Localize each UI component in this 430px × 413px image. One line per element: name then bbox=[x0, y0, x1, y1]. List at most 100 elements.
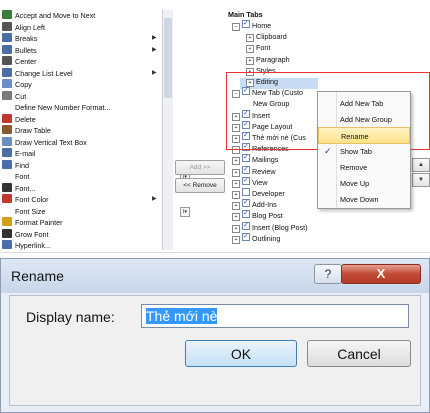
menu-item-label: Add New Tab bbox=[340, 99, 384, 108]
expand-icon[interactable]: + bbox=[232, 191, 240, 199]
menu-item-label: Show Tab bbox=[340, 147, 372, 156]
command-item[interactable]: Define New Number Format... bbox=[2, 102, 110, 114]
tab-label: Font bbox=[256, 43, 271, 53]
tab-item[interactable]: + Paragraph bbox=[246, 54, 290, 65]
tab-checkbox[interactable] bbox=[242, 208, 250, 219]
email-icon bbox=[2, 148, 12, 157]
tab-checkbox[interactable] bbox=[242, 175, 250, 186]
menu-item-label: Remove bbox=[340, 163, 368, 172]
expand-icon[interactable]: + bbox=[232, 213, 240, 222]
command-item[interactable]: E-mail bbox=[2, 148, 35, 160]
menu-item[interactable]: Move Down bbox=[318, 191, 410, 208]
close-button[interactable]: X bbox=[341, 264, 421, 284]
submenu-arrow-icon: ▶ bbox=[152, 46, 157, 53]
command-item[interactable]: Align Left bbox=[2, 21, 45, 34]
menu-item-label: Move Up bbox=[340, 179, 370, 188]
tab-checkbox[interactable] bbox=[242, 152, 250, 163]
expand-icon[interactable]: + bbox=[232, 202, 240, 211]
command-item[interactable]: Font Size I▾ bbox=[2, 206, 190, 218]
tab-label: Developer bbox=[252, 189, 285, 198]
menu-item[interactable]: Add New Group bbox=[318, 111, 410, 128]
command-label: Grow Font bbox=[15, 229, 49, 239]
command-item[interactable]: Draw Table bbox=[2, 125, 51, 137]
command-label: Align Left bbox=[15, 22, 45, 32]
tab-item[interactable]: − Home bbox=[232, 18, 272, 31]
tab-checkbox[interactable] bbox=[242, 18, 250, 29]
menu-item[interactable]: Remove bbox=[318, 159, 410, 176]
expand-icon[interactable]: + bbox=[246, 56, 254, 65]
command-item[interactable]: Find bbox=[2, 159, 29, 172]
command-item[interactable]: Draw Vertical Text Box bbox=[2, 136, 87, 149]
expand-icon[interactable]: + bbox=[246, 45, 254, 54]
scrollbar-thumb[interactable] bbox=[164, 18, 172, 98]
tab-item[interactable]: + View bbox=[232, 175, 267, 188]
ok-button[interactable]: OK bbox=[185, 340, 297, 367]
command-item[interactable]: Cut bbox=[2, 90, 27, 103]
menu-item[interactable]: Move Up bbox=[318, 175, 410, 192]
collapse-icon[interactable]: − bbox=[232, 23, 240, 31]
command-item[interactable]: Font Color ▶ bbox=[2, 194, 157, 206]
tab-checkbox[interactable] bbox=[242, 220, 250, 231]
tab-checkbox[interactable] bbox=[242, 164, 250, 175]
command-label: Cut bbox=[15, 91, 27, 101]
command-item[interactable]: Bullets ▶ bbox=[2, 44, 157, 57]
expand-icon[interactable]: + bbox=[232, 235, 240, 244]
tab-checkbox[interactable] bbox=[242, 231, 250, 242]
tab-item[interactable]: + Outlining bbox=[232, 231, 280, 244]
expand-icon[interactable]: + bbox=[246, 34, 254, 43]
command-label: Format Painter bbox=[15, 218, 63, 227]
command-item[interactable]: Font... bbox=[2, 182, 35, 195]
command-item[interactable]: Font I▾ bbox=[2, 171, 190, 183]
command-item[interactable]: Grow Font bbox=[2, 228, 49, 241]
breaks-icon bbox=[2, 33, 12, 42]
tab-item[interactable]: + Blog Post bbox=[232, 208, 283, 222]
expand-icon[interactable]: + bbox=[232, 179, 240, 188]
command-label: Draw Table bbox=[15, 126, 51, 135]
commands-scrollbar[interactable] bbox=[162, 10, 173, 250]
command-item[interactable]: Copy bbox=[2, 79, 32, 91]
tab-item[interactable]: + Mailings bbox=[232, 152, 278, 166]
command-item[interactable]: Breaks ▶ bbox=[2, 33, 157, 45]
tab-item[interactable]: + Font bbox=[246, 42, 271, 54]
customize-ribbon-panel: Accept and Move to Next Align Left Breaks ▶… bbox=[0, 0, 430, 253]
remove-button[interactable]: << Remove bbox=[175, 178, 225, 193]
command-label: Find bbox=[15, 160, 29, 170]
tab-item[interactable]: + Add-Ins bbox=[232, 197, 277, 211]
expand-icon[interactable]: + bbox=[232, 168, 240, 177]
menu-item[interactable]: Add New Tab bbox=[318, 95, 410, 112]
display-name-input[interactable]: Thẻ mới nè bbox=[141, 304, 409, 328]
tab-item[interactable]: + Review bbox=[232, 164, 276, 177]
cancel-button[interactable]: Cancel bbox=[307, 340, 411, 367]
menu-item-label: Add New Group bbox=[340, 115, 392, 124]
command-item[interactable]: Hyperlink... bbox=[2, 240, 51, 252]
find-icon bbox=[2, 159, 12, 169]
expand-icon[interactable]: + bbox=[232, 157, 240, 166]
command-item[interactable]: Accept and Move to Next bbox=[2, 10, 95, 22]
tab-label: Home bbox=[252, 21, 272, 30]
help-button[interactable]: ? bbox=[314, 264, 342, 284]
add-button[interactable]: Add >> bbox=[175, 160, 225, 175]
command-label: Center bbox=[15, 57, 37, 66]
align-left-icon bbox=[2, 21, 12, 31]
move-up-arrow-icon[interactable]: ▲ bbox=[412, 158, 430, 172]
command-item[interactable]: Center bbox=[2, 56, 37, 68]
menu-item[interactable]: Rename bbox=[318, 127, 410, 144]
expand-icon[interactable]: + bbox=[232, 224, 240, 233]
cut-icon bbox=[2, 90, 12, 100]
command-label: E-mail bbox=[15, 149, 36, 158]
check-icon: ✓ bbox=[324, 146, 332, 156]
draw-table-icon bbox=[2, 125, 12, 134]
tab-label: Review bbox=[252, 166, 276, 176]
tab-item[interactable]: + Clipboard bbox=[246, 31, 287, 43]
menu-item[interactable]: ✓ Show Tab bbox=[318, 143, 410, 160]
command-item[interactable]: Delete bbox=[2, 113, 36, 126]
display-name-label: Display name: bbox=[26, 309, 115, 325]
command-item[interactable]: Change List Level ▶ bbox=[2, 67, 157, 80]
center-icon bbox=[2, 56, 12, 65]
move-down-arrow-icon[interactable]: ▼ bbox=[412, 173, 430, 187]
submenu-arrow-icon: ▶ bbox=[152, 35, 157, 41]
tab-item[interactable]: + Developer bbox=[232, 188, 285, 199]
tab-checkbox[interactable] bbox=[242, 188, 250, 196]
command-item[interactable]: Format Painter bbox=[2, 217, 63, 229]
tab-checkbox[interactable] bbox=[242, 197, 250, 208]
